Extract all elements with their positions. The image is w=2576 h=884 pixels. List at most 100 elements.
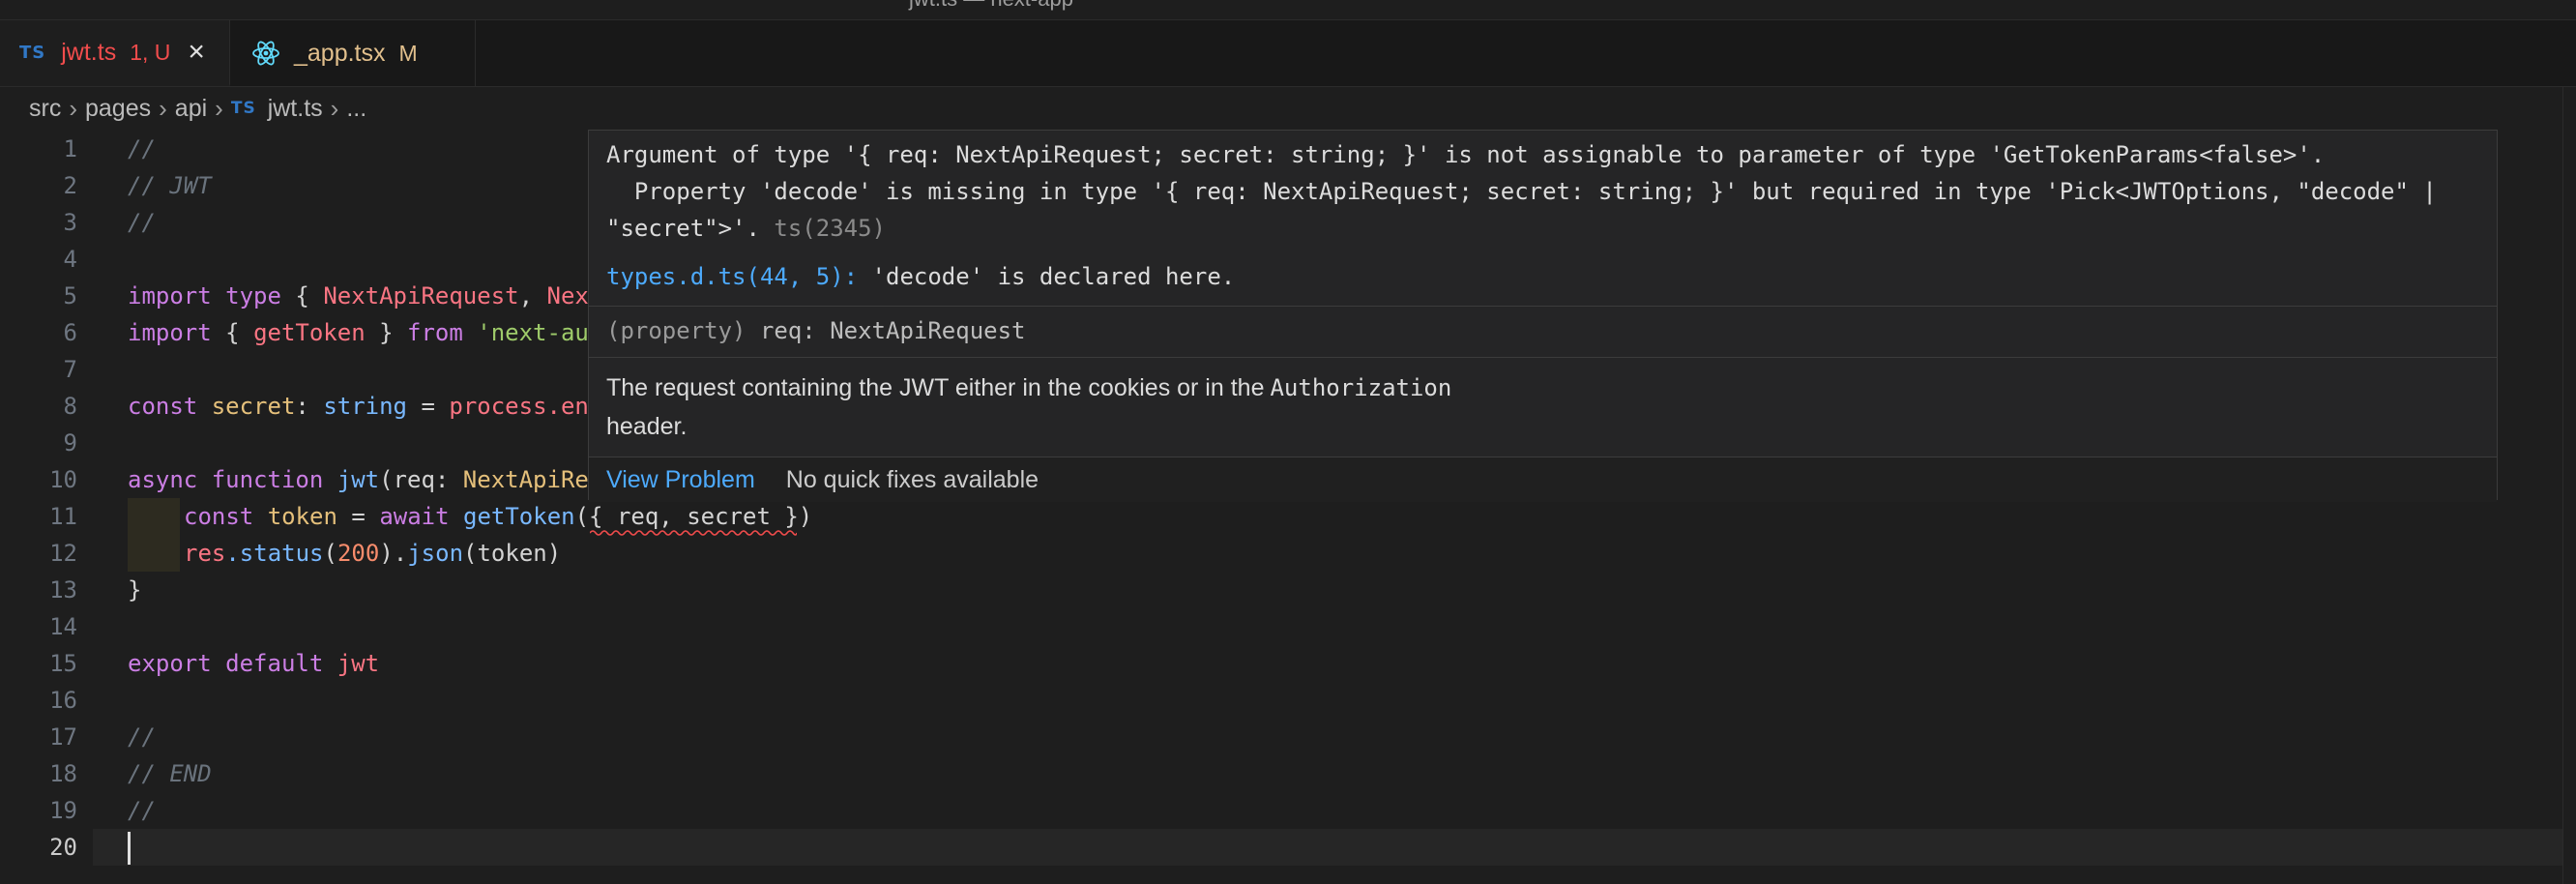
tab-app-tsx[interactable]: _app.tsx M bbox=[230, 20, 476, 86]
error-message: Argument of type '{ req: NextApiRequest;… bbox=[606, 136, 2482, 247]
code-token: const bbox=[128, 393, 198, 420]
tab-label: jwt.ts bbox=[61, 38, 117, 66]
code-line: 17 // bbox=[0, 719, 2576, 755]
code-token: res bbox=[184, 540, 226, 567]
code-token: token bbox=[253, 503, 337, 530]
code-token: = bbox=[337, 503, 380, 530]
code-token: await bbox=[379, 503, 450, 530]
line-number: 18 bbox=[49, 760, 77, 787]
tab-label: _app.tsx bbox=[294, 39, 386, 67]
code-line: 16 bbox=[0, 682, 2576, 719]
code-line: 18 // END bbox=[0, 755, 2576, 792]
code-token: , bbox=[518, 282, 547, 309]
code-token: process bbox=[449, 393, 547, 420]
typescript-icon: TS bbox=[230, 99, 256, 118]
code-token: .status bbox=[225, 540, 324, 567]
signature-text: req: NextApiRequest bbox=[746, 317, 1026, 344]
code-text: } bbox=[128, 576, 142, 604]
breadcrumb-api[interactable]: api bbox=[175, 95, 207, 123]
divider bbox=[589, 357, 2497, 358]
code-token: getToken bbox=[253, 319, 366, 346]
no-quick-fixes-text: No quick fixes available bbox=[785, 465, 1039, 493]
editor-scrollbar[interactable] bbox=[2562, 87, 2576, 884]
typescript-icon: TS bbox=[19, 42, 46, 63]
breadcrumb-symbols[interactable]: ... bbox=[346, 95, 366, 123]
breadcrumb-pages[interactable]: pages bbox=[85, 95, 151, 123]
code-token: const bbox=[184, 503, 254, 530]
code-token: NextApiRe bbox=[462, 466, 589, 493]
line-number: 15 bbox=[49, 650, 77, 677]
code-token: ({ req, secret }) bbox=[574, 503, 813, 530]
error-code: ts(2345) bbox=[759, 215, 886, 242]
breadcrumb-file[interactable]: jwt.ts bbox=[268, 95, 323, 123]
code-line: 12 res.status(200).json(token) bbox=[0, 535, 2576, 572]
code-token: default bbox=[211, 650, 324, 677]
close-icon[interactable]: × bbox=[188, 38, 205, 67]
line-number: 20 bbox=[49, 834, 77, 861]
line-number: 7 bbox=[63, 356, 77, 383]
code-text: // bbox=[128, 723, 156, 751]
code-line: 20 bbox=[0, 829, 2576, 866]
tab-status: 1, U bbox=[130, 39, 171, 65]
view-problem-link[interactable]: View Problem bbox=[606, 466, 755, 494]
chevron-right-icon: › bbox=[330, 93, 339, 123]
line-number: 17 bbox=[49, 723, 77, 751]
code-token: json bbox=[407, 540, 464, 567]
code-token: secret bbox=[197, 393, 296, 420]
related-info: types.d.ts(44, 5): 'decode' is declared … bbox=[606, 258, 1235, 295]
code-token: import bbox=[128, 319, 212, 346]
line-number: 9 bbox=[63, 429, 77, 457]
code-token: getToken bbox=[449, 503, 575, 530]
line-number: 14 bbox=[49, 613, 77, 640]
code-token: ( bbox=[323, 540, 337, 567]
code-line: 14 bbox=[0, 608, 2576, 645]
line-number: 5 bbox=[63, 282, 77, 309]
code-token: .en bbox=[546, 393, 589, 420]
line-number: 8 bbox=[63, 393, 77, 420]
doc-text: The request containing the JWT either in… bbox=[606, 374, 1265, 401]
react-icon bbox=[252, 41, 279, 66]
code-token: 200 bbox=[337, 540, 380, 567]
line-number: 12 bbox=[49, 540, 77, 567]
tab-bar: TS jwt.ts 1, U × _app.tsx M bbox=[0, 20, 2576, 87]
code-token: 'next-au bbox=[462, 319, 589, 346]
error-line: Argument of type '{ req: NextApiRequest;… bbox=[606, 141, 2326, 168]
code-token: NextApiRequest bbox=[323, 282, 519, 309]
line-number: 4 bbox=[63, 246, 77, 273]
line-number: 13 bbox=[49, 576, 77, 604]
error-line: "secret">'. bbox=[606, 215, 760, 242]
window-title: jwt.ts — next-app bbox=[909, 0, 1073, 12]
error-squiggle bbox=[590, 530, 797, 536]
code-line: 13 } bbox=[0, 572, 2576, 608]
code-token: jwt bbox=[323, 650, 380, 677]
code-text: export default jwt bbox=[128, 645, 379, 682]
tab-jwt-ts[interactable]: TS jwt.ts 1, U × bbox=[0, 20, 230, 86]
code-token: jwt bbox=[323, 466, 380, 493]
code-token: } bbox=[365, 319, 408, 346]
code-token: Nex bbox=[546, 282, 589, 309]
declaration-text: 'decode' is declared here. bbox=[858, 263, 1236, 290]
code-token: function bbox=[197, 466, 324, 493]
code-text: const secret: string = process.en bbox=[128, 388, 589, 425]
code-text: // JWT bbox=[128, 172, 212, 199]
code-token: (token) bbox=[463, 540, 562, 567]
breadcrumb-src[interactable]: src bbox=[29, 95, 61, 123]
code-line: 19 // bbox=[0, 792, 2576, 829]
error-line: Property 'decode' is missing in type '{ … bbox=[606, 178, 2437, 205]
code-text: import type { NextApiRequest, Nex bbox=[128, 278, 589, 314]
line-number: 2 bbox=[63, 172, 77, 199]
code-token: string bbox=[323, 393, 408, 420]
hover-status-bar: View Problem No quick fixes available bbox=[589, 457, 2497, 502]
divider bbox=[589, 306, 2497, 307]
line-number: 16 bbox=[49, 687, 77, 714]
documentation: The request containing the JWT either in… bbox=[606, 368, 1535, 446]
code-text: import { getToken } from 'next-au bbox=[128, 314, 589, 351]
signature-kind: (property) bbox=[606, 317, 746, 344]
declaration-link[interactable]: types.d.ts(44, 5): bbox=[606, 263, 858, 290]
breadcrumb: src › pages › api › TS jwt.ts › ... bbox=[0, 87, 2576, 130]
code-token: async bbox=[128, 466, 198, 493]
code-text: // END bbox=[128, 760, 212, 787]
hover-widget[interactable]: Argument of type '{ req: NextApiRequest;… bbox=[588, 130, 2498, 502]
chevron-right-icon: › bbox=[215, 93, 223, 123]
line-number: 1 bbox=[63, 135, 77, 162]
